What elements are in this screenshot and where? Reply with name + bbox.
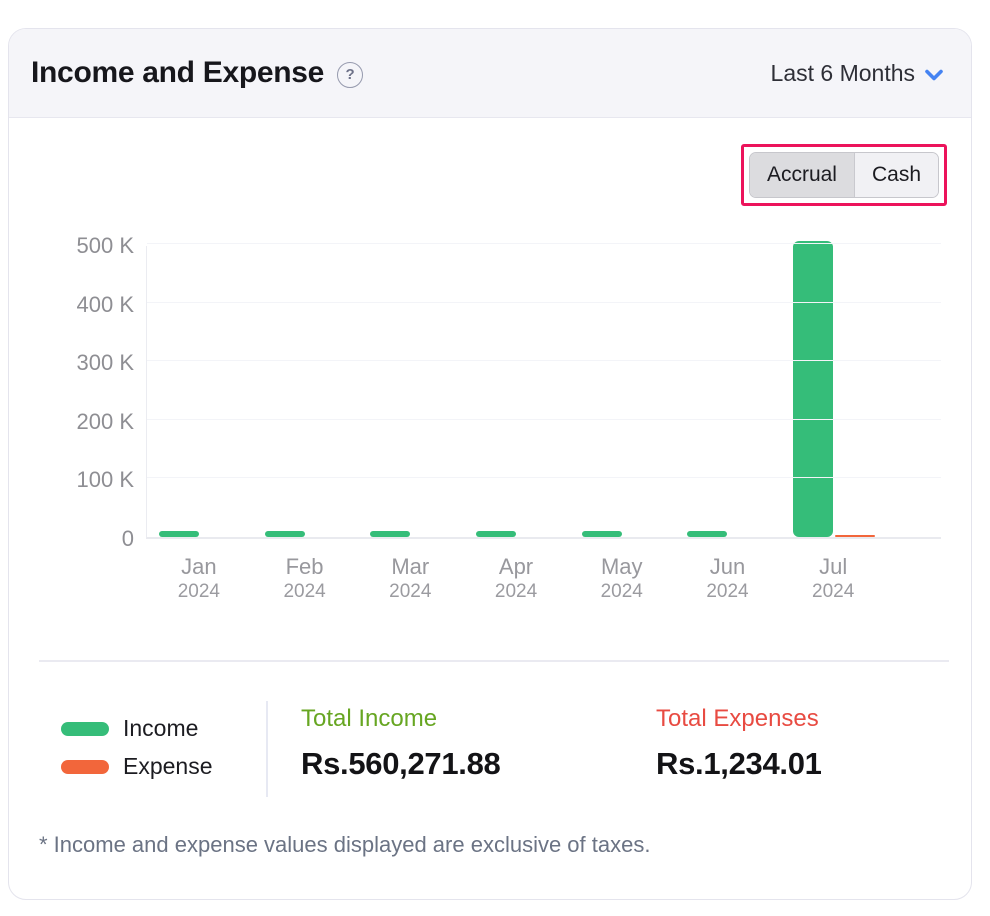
month-column [147,246,253,537]
y-tick-label: 0 [122,526,134,552]
total-income-label: Total Income [301,705,501,733]
annotation-highlight-box: AccrualCash [741,144,947,206]
x-tick-label: Feb2024 [252,553,358,603]
x-tick-year: 2024 [675,580,781,603]
legend-item-income: Income [61,715,213,742]
help-icon[interactable]: ? [337,62,363,88]
x-tick-year: 2024 [357,580,463,603]
x-tick-month: May [569,553,675,580]
gridline [147,360,941,361]
y-tick-label: 400 K [77,292,135,318]
x-tick-year: 2024 [569,580,675,603]
month-column [676,246,782,537]
y-tick-label: 500 K [77,233,135,259]
total-income-block: Total Income Rs.560,271.88 [301,705,501,782]
period-selector[interactable]: Last 6 Months [771,60,943,87]
y-tick-label: 100 K [77,467,135,493]
bar-pair [570,531,676,537]
bar-pair [676,531,782,537]
income-bar[interactable] [582,531,622,537]
y-axis-labels: 0100 K200 K300 K400 K500 K [9,246,134,539]
month-column [358,246,464,537]
expense-bar[interactable] [835,535,875,537]
plot-area [146,246,941,539]
total-expenses-label: Total Expenses [656,705,822,733]
month-column [570,246,676,537]
month-column [253,246,359,537]
income-bar[interactable] [265,531,305,537]
x-tick-month: Feb [252,553,358,580]
chart-legend: Income Expense [61,715,213,780]
income-bar[interactable] [370,531,410,537]
bar-pair [253,531,359,537]
income-bar[interactable] [159,531,199,537]
income-bar[interactable] [687,531,727,537]
gridline [147,243,941,244]
x-tick-year: 2024 [146,580,252,603]
total-income-value: Rs.560,271.88 [301,746,501,782]
legend-swatch-expense [61,760,109,774]
gridline [147,419,941,420]
legend-swatch-income [61,722,109,736]
x-tick-label: Mar2024 [357,553,463,603]
card-header-left: Income and Expense ? [31,56,363,90]
card-header: Income and Expense ? Last 6 Months [9,29,971,118]
toggle-cash[interactable]: Cash [855,153,938,197]
x-tick-year: 2024 [252,580,358,603]
y-tick-label: 200 K [77,409,135,435]
x-axis-labels: Jan2024Feb2024Mar2024Apr2024May2024Jun20… [146,553,886,603]
x-tick-month: Mar [357,553,463,580]
legend-label: Expense [123,753,213,780]
x-tick-month: Jun [675,553,781,580]
x-tick-label: Jul2024 [780,553,886,603]
gridline [147,302,941,303]
bar-pair [464,531,570,537]
x-tick-label: May2024 [569,553,675,603]
total-expenses-block: Total Expenses Rs.1,234.01 [656,705,822,782]
footnote: * Income and expense values displayed ar… [39,832,650,858]
period-selector-label: Last 6 Months [771,60,915,87]
bar-pair [147,531,253,537]
section-divider [39,660,949,662]
x-tick-month: Jan [146,553,252,580]
gridline [147,477,941,478]
legend-item-expense: Expense [61,753,213,780]
legend-totals-divider [266,701,268,797]
x-tick-year: 2024 [463,580,569,603]
total-expenses-value: Rs.1,234.01 [656,746,822,782]
toggle-accrual[interactable]: Accrual [750,153,855,197]
income-bar[interactable] [793,241,833,537]
legend-label: Income [123,715,198,742]
bar-pair [358,531,464,537]
month-column [464,246,570,537]
income-expense-card: Income and Expense ? Last 6 Months Accru… [8,28,972,900]
accounting-basis-toggle: AccrualCash [749,152,939,198]
chevron-down-icon [925,69,943,82]
x-tick-label: Apr2024 [463,553,569,603]
month-column [781,246,887,537]
page-title: Income and Expense [31,56,324,90]
bar-pair [781,241,887,537]
x-tick-month: Jul [780,553,886,580]
dashboard-page: Income and Expense ? Last 6 Months Accru… [0,0,990,916]
x-tick-year: 2024 [780,580,886,603]
x-tick-label: Jan2024 [146,553,252,603]
x-tick-label: Jun2024 [675,553,781,603]
y-tick-label: 300 K [77,350,135,376]
x-tick-month: Apr [463,553,569,580]
income-bar[interactable] [476,531,516,537]
bar-columns [147,246,887,537]
